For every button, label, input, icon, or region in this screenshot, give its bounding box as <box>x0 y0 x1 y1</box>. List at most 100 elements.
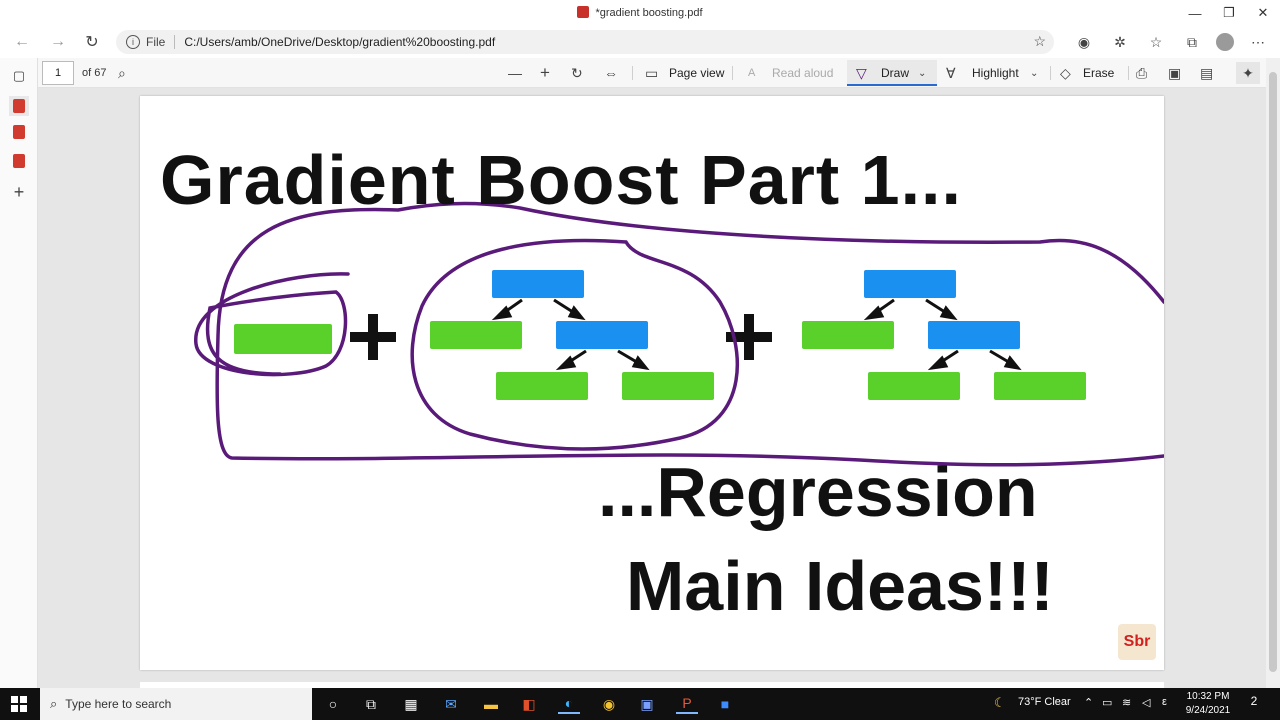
cortana-button[interactable]: ○ <box>322 694 344 714</box>
extension-icon[interactable]: ◉ <box>1072 31 1096 53</box>
zoom-in-button[interactable]: + <box>540 62 550 84</box>
leaf-box <box>802 321 894 349</box>
slide-subtitle-line2: Main Ideas!!! <box>626 547 1054 625</box>
taskbar-search-box[interactable]: ⌕ Type here to search <box>40 688 312 720</box>
puzzle-extensions-icon[interactable]: ✲ <box>1108 31 1132 53</box>
mail-app-button[interactable]: ✉ <box>440 694 462 714</box>
favorites-icon[interactable]: ☆ <box>1144 31 1168 53</box>
read-aloud-icon: A <box>748 67 756 79</box>
info-icon[interactable]: i <box>126 35 140 49</box>
collections-icon[interactable]: ⧉ <box>1180 31 1204 53</box>
notification-center-button[interactable]: 2 <box>1244 694 1264 714</box>
chrome-app-button[interactable]: ◉ <box>598 694 620 714</box>
input-language[interactable]: ε <box>1162 696 1167 708</box>
rotate-icon: ↻ <box>571 64 583 81</box>
save-icon: ▣ <box>1168 64 1182 81</box>
plus-sign-bar <box>744 314 754 360</box>
erase-button[interactable]: Erase <box>1083 66 1114 80</box>
pdf-file-icon <box>577 6 590 18</box>
minimize-button[interactable]: — <box>1178 0 1212 26</box>
tree-node-box <box>556 321 648 349</box>
zoom-out-button[interactable]: — <box>508 62 522 84</box>
window-title: *gradient boosting.pdf <box>0 6 1280 19</box>
remote-desktop-icon: ▣ <box>640 695 654 712</box>
clock-time: 10:32 PM <box>1186 691 1230 702</box>
back-arrow-icon: ← <box>14 33 30 50</box>
weather-moon-icon: ☾ <box>994 695 1006 710</box>
print-button[interactable]: ⎙ <box>1136 62 1147 84</box>
refresh-button[interactable]: ↻ <box>80 31 104 53</box>
new-tab-button[interactable]: + <box>11 182 27 202</box>
file-explorer-button[interactable]: ▬ <box>480 694 502 714</box>
rotate-button[interactable]: ↻ <box>571 62 583 84</box>
url-text[interactable]: C:/Users/amb/OneDrive/Desktop/gradient%2… <box>184 35 495 49</box>
favorite-add-icon[interactable]: ☆ <box>1033 33 1046 50</box>
profile-avatar[interactable] <box>1216 33 1234 51</box>
windows-logo-icon <box>11 696 27 712</box>
channel-logo: Sbr <box>1118 624 1156 660</box>
clock-date: 9/24/2021 <box>1185 705 1231 716</box>
office-app-button[interactable]: ◧ <box>518 694 540 714</box>
pin-toolbar-button[interactable]: ✦ <box>1236 62 1260 84</box>
notification-count: 2 <box>1250 694 1258 708</box>
tab-pdf-3[interactable] <box>11 153 27 169</box>
tab-pdf-active[interactable] <box>9 96 29 116</box>
toolbar-divider <box>632 66 633 80</box>
plus-sign-bar <box>368 314 378 360</box>
draw-pen-icon: ▽ <box>856 64 867 81</box>
folder-icon: ▬ <box>484 696 498 712</box>
title-bar: *gradient boosting.pdf — ❐ ✕ <box>0 0 1280 26</box>
refresh-icon: ↻ <box>85 34 99 51</box>
battery-icon[interactable]: ▭ <box>1102 696 1112 709</box>
forward-button[interactable]: → <box>46 31 70 53</box>
pdf-toolbar: 1 of 67 ⌕ — + ↻ ⇔ ▭ Page view A Read alo… <box>38 58 1280 88</box>
plus-icon: + <box>540 63 550 82</box>
document-viewport[interactable]: Gradient Boost Part 1... ...Regression M… <box>38 88 1266 692</box>
pdf-icon <box>13 99 25 113</box>
slide-subtitle-line1: ...Regression <box>598 453 1038 531</box>
vertical-scrollbar[interactable] <box>1266 58 1280 688</box>
leaf-box <box>496 372 588 400</box>
task-view-button[interactable]: ⧉ <box>360 694 382 714</box>
restore-button[interactable]: ❐ <box>1212 0 1246 26</box>
wifi-icon[interactable]: ≋ <box>1122 696 1131 709</box>
page-number-input[interactable]: 1 <box>42 61 74 85</box>
address-divider <box>174 35 176 49</box>
read-aloud-button[interactable]: Read aloud <box>772 66 833 80</box>
navigation-bar: ← → ↻ i File C:/Users/amb/OneDrive/Deskt… <box>0 26 1280 58</box>
tab-actions-icon[interactable]: ▢ <box>11 68 27 84</box>
close-icon: ✕ <box>1257 5 1269 20</box>
edge-app-button[interactable]: ◐ <box>558 694 580 714</box>
powerpoint-app-button[interactable]: P <box>676 694 698 714</box>
toolbar-divider <box>1128 66 1129 80</box>
scrollbar-thumb[interactable] <box>1269 72 1277 672</box>
page-view-button[interactable]: Page view <box>669 66 724 80</box>
save-as-button[interactable]: ▤ <box>1200 62 1213 84</box>
weather-text[interactable]: 73°F Clear <box>1018 696 1071 708</box>
close-button[interactable]: ✕ <box>1246 0 1280 26</box>
leaf-box <box>430 321 522 349</box>
show-hidden-icons-chevron-up-icon[interactable]: ⌃ <box>1084 696 1093 709</box>
search-button[interactable]: ⌕ <box>118 62 126 84</box>
chrome-icon: ◉ <box>602 695 616 712</box>
search-icon: ⌕ <box>118 64 126 81</box>
highlight-chevron-down-icon[interactable]: ⌄ <box>1030 62 1038 84</box>
address-bar[interactable]: i File C:/Users/amb/OneDrive/Desktop/gra… <box>116 30 1054 54</box>
clock[interactable]: 10:32 PM 9/24/2021 <box>1176 690 1240 718</box>
remote-desktop-button[interactable]: ▣ <box>636 694 658 714</box>
draw-label: Draw <box>881 66 910 80</box>
volume-icon[interactable]: ◁ <box>1142 696 1150 709</box>
minimize-icon: — <box>1188 5 1202 21</box>
toolbar-divider <box>1050 66 1051 80</box>
store-app-button[interactable]: ▦ <box>400 694 422 714</box>
zoom-app-button[interactable]: ■ <box>714 694 736 714</box>
more-menu-icon[interactable]: ⋯ <box>1246 31 1270 53</box>
page-view-icon: ▭ <box>645 64 659 81</box>
highlight-button[interactable]: Highlight <box>972 66 1019 80</box>
save-button[interactable]: ▣ <box>1168 62 1181 84</box>
tab-pdf-2[interactable] <box>11 124 27 140</box>
fit-page-button[interactable]: ⇔ <box>604 62 618 84</box>
back-button[interactable]: ← <box>10 31 34 53</box>
start-button[interactable] <box>0 688 38 720</box>
draw-chevron-down-icon[interactable]: ⌄ <box>918 62 926 84</box>
